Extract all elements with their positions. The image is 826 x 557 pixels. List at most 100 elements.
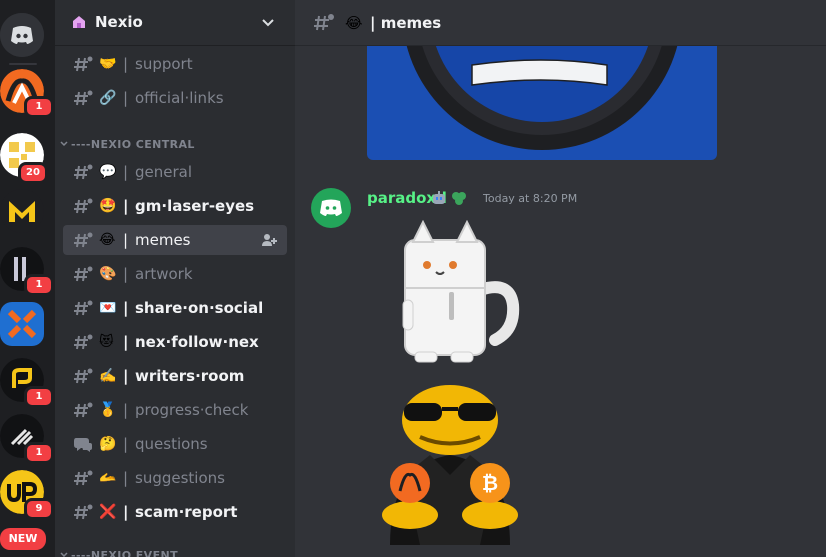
channel-emoji: 🤔 <box>99 436 117 452</box>
hash-thread-icon <box>74 198 93 214</box>
channel-emoji: 🎨 <box>99 266 117 282</box>
channel-scam-report[interactable]: ❌ | scam·report <box>63 497 287 527</box>
channel-artwork[interactable]: 🎨 | artwork <box>63 259 287 289</box>
channel-title: | memes <box>370 14 442 32</box>
channel-emoji: ❌ <box>99 504 117 520</box>
hash-thread-icon <box>74 334 93 350</box>
new-badge[interactable]: NEW <box>0 528 46 550</box>
channel-gm-laser-eyes[interactable]: 🤩 | gm·laser-eyes <box>63 191 287 221</box>
channel-separator: | <box>123 401 129 419</box>
hash-thread-icon <box>74 266 93 282</box>
chevron-down-icon <box>60 552 68 557</box>
channel-name: writers·room <box>135 367 245 385</box>
channel-emoji: 🔗 <box>99 90 117 106</box>
chat-area: 😂 | memes paradoxd Today at 8:20 PM ₿ <box>295 0 826 557</box>
channel-nex-follow-nex[interactable]: 😻 | nex·follow·nex <box>63 327 287 357</box>
message-timestamp: Today at 8:20 PM <box>483 192 578 205</box>
channel-name: share·on·social <box>135 299 264 317</box>
channel-emoji: 🫴 <box>99 470 117 486</box>
unread-badge: 1 <box>24 386 54 408</box>
rail-separator <box>9 63 37 65</box>
discord-logo-icon <box>320 199 342 216</box>
channel-support[interactable]: 🤝 | support <box>63 49 287 79</box>
category-label: ----NEXIO EVENT <box>71 549 178 557</box>
channel-progress-check[interactable]: 🥇 | progress·check <box>63 395 287 425</box>
channel-emoji: 😂 <box>345 14 363 32</box>
category-nexio-event[interactable]: ----NEXIO EVENT <box>55 546 295 557</box>
channel-separator: | <box>123 333 129 351</box>
channel-separator: | <box>123 197 129 215</box>
channel-emoji: 🥇 <box>99 402 117 418</box>
unread-badge: 20 <box>18 162 48 184</box>
unread-badge: 9 <box>24 498 54 520</box>
server-header[interactable]: Nexio <box>55 0 295 46</box>
channel-emoji: 🤩 <box>99 198 117 214</box>
previous-image-attachment[interactable] <box>367 30 717 160</box>
channel-name: questions <box>135 435 208 453</box>
frog-crypto-sticker[interactable]: ₿ <box>370 375 530 545</box>
channel-emoji: 🤝 <box>99 56 117 72</box>
hash-thread-icon <box>74 470 93 486</box>
server-x-logo[interactable] <box>0 302 44 346</box>
channel-name: gm·laser-eyes <box>135 197 255 215</box>
channel-emoji: 😻 <box>99 334 114 350</box>
fridge-cat-sticker[interactable] <box>385 220 525 370</box>
channel-questions[interactable]: 🤔 | questions <box>63 429 287 459</box>
channel-name: memes <box>135 231 191 249</box>
channel-separator: | <box>123 469 129 487</box>
channel-name: general <box>135 163 193 181</box>
category-nexio-central[interactable]: ----NEXIO CENTRAL <box>55 135 295 155</box>
hash-thread-icon <box>74 368 93 384</box>
channel-separator: | <box>123 435 129 453</box>
channel-separator: | <box>123 89 129 107</box>
hash-thread-icon <box>314 14 334 31</box>
channel-emoji: ✍️ <box>99 368 117 384</box>
channel-separator: | <box>123 55 129 73</box>
category-label: ----NEXIO CENTRAL <box>71 138 195 151</box>
hash-thread-icon <box>74 164 93 180</box>
clover-icon <box>452 192 466 205</box>
m-logo-icon <box>0 189 44 233</box>
channel-separator: | <box>123 265 129 283</box>
add-user-icon[interactable] <box>261 232 277 248</box>
unread-badge: 1 <box>24 442 54 464</box>
channel-emoji: 😂 <box>99 232 116 248</box>
channel-separator: | <box>123 163 129 181</box>
unread-badge: 1 <box>24 274 54 296</box>
hash-thread-icon <box>74 504 93 520</box>
channel-name: nex·follow·nex <box>135 333 259 351</box>
robot-icon <box>433 191 445 204</box>
server-discord-home[interactable] <box>0 13 44 57</box>
channel-separator: | <box>123 503 129 521</box>
channel-writers-room[interactable]: ✍️ | writers·room <box>63 361 287 391</box>
discord-logo-icon <box>0 13 44 57</box>
channel-suggestions[interactable]: 🫴 | suggestions <box>63 463 287 493</box>
forum-icon <box>74 438 92 452</box>
channel-emoji: 💬 <box>99 164 117 180</box>
channel-sidebar: Nexio 🤝 | support 🔗 | official·links ----NEXI… <box>55 0 295 557</box>
hash-thread-icon <box>74 300 93 316</box>
channel-name: support <box>135 55 193 73</box>
discord-app: 1 20 1 1 1 9 NEW Nexio 🤝 | support 🔗 | o… <box>0 0 826 557</box>
channel-general[interactable]: 💬 | general <box>63 157 287 187</box>
channel-separator: | <box>123 367 129 385</box>
channel-name: suggestions <box>135 469 225 487</box>
svg-text:₿: ₿ <box>482 471 498 495</box>
channel-emoji: 💌 <box>99 300 117 316</box>
unread-badge: 1 <box>24 96 54 118</box>
channel-memes[interactable]: 😂 | memes <box>63 225 287 255</box>
x-logo-icon <box>0 302 44 346</box>
hash-thread-icon <box>74 90 93 106</box>
channel-separator: | <box>123 299 129 317</box>
chevron-down-icon <box>262 19 274 27</box>
server-home-icon <box>73 16 85 28</box>
badge-image <box>367 30 717 160</box>
channel-official-links[interactable]: 🔗 | official·links <box>63 83 287 113</box>
channel-header: 😂 | memes <box>295 0 826 46</box>
chevron-down-icon <box>60 141 68 147</box>
channel-name: scam·report <box>135 503 238 521</box>
channel-separator: | <box>123 231 129 249</box>
server-m-logo[interactable] <box>0 189 44 233</box>
channel-share-on-social[interactable]: 💌 | share·on·social <box>63 293 287 323</box>
user-avatar[interactable] <box>311 188 351 228</box>
